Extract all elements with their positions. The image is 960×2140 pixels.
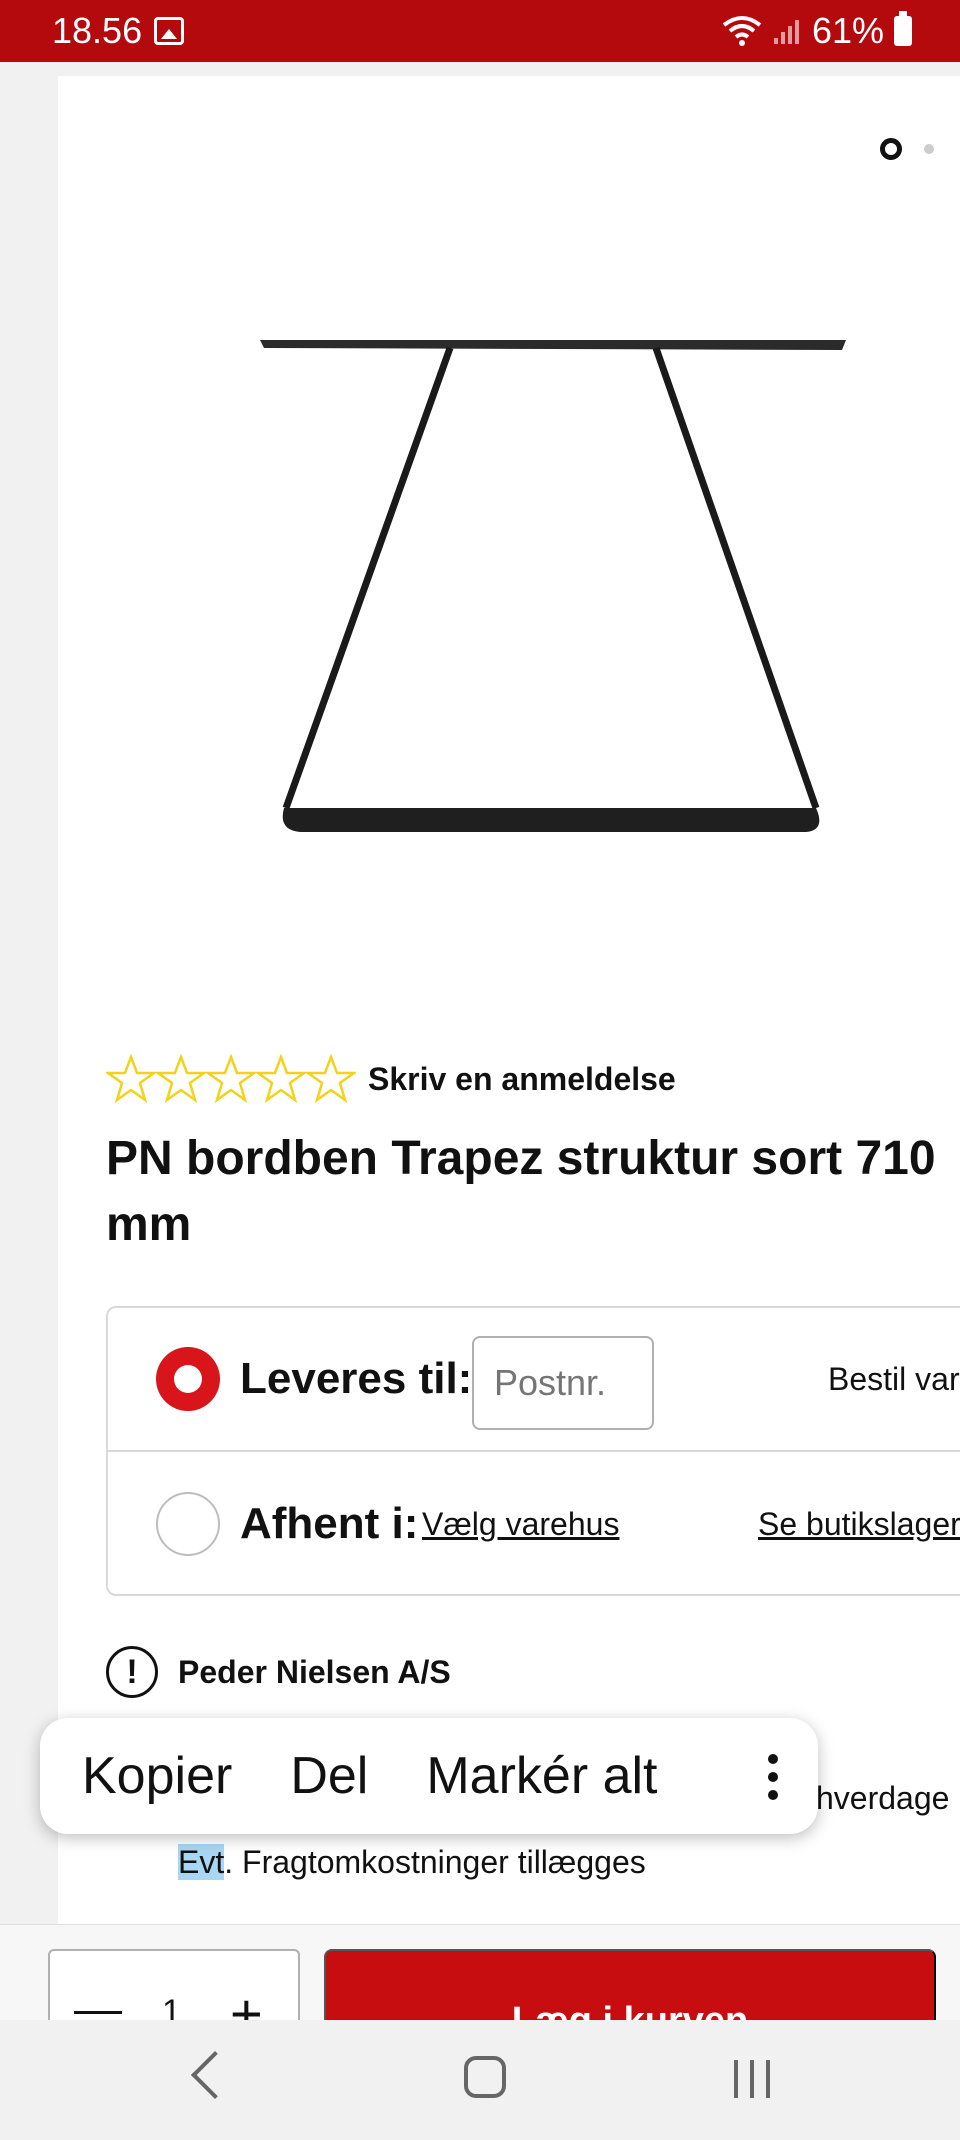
freight-text: . Fragtomkostninger tillægges bbox=[224, 1844, 646, 1880]
product-image[interactable] bbox=[250, 320, 850, 840]
order-info-text: Bestil var bbox=[828, 1360, 960, 1397]
star-icon[interactable] bbox=[256, 1054, 306, 1104]
pickup-radio[interactable] bbox=[156, 1492, 220, 1556]
supplier-row: ! Peder Nielsen A/S bbox=[106, 1646, 451, 1698]
delivery-radio-selected[interactable] bbox=[156, 1347, 220, 1411]
freight-note: Evt. Fragtomkostninger tillægges bbox=[178, 1844, 646, 1881]
status-time: 18.56 bbox=[52, 10, 143, 51]
delivery-time-text: hverdage bbox=[816, 1780, 950, 1816]
write-review-link[interactable]: Skriv en anmeldelse bbox=[368, 1061, 676, 1098]
copy-menu-item[interactable]: Kopier bbox=[82, 1746, 232, 1806]
add-to-cart-bar: 1 + Læg i kurven bbox=[0, 1924, 960, 2045]
status-right: 61% bbox=[722, 10, 912, 52]
star-icon[interactable] bbox=[106, 1054, 156, 1104]
postcode-input[interactable] bbox=[472, 1336, 654, 1430]
choose-store-link[interactable]: Vælg varehus bbox=[422, 1506, 619, 1543]
battery-icon bbox=[894, 11, 912, 46]
image-notification-icon bbox=[154, 17, 184, 45]
carousel-dot[interactable] bbox=[924, 144, 934, 154]
home-icon[interactable] bbox=[464, 2056, 506, 2098]
pickup-label: Afhent i: bbox=[240, 1499, 419, 1548]
supplier-name: Peder Nielsen A/S bbox=[178, 1653, 451, 1690]
star-icon[interactable] bbox=[206, 1054, 256, 1104]
text-selection-menu: Kopier Del Markér alt bbox=[40, 1718, 818, 1834]
product-title: PN bordben Trapez struktur sort 710 mm bbox=[106, 1132, 936, 1251]
rating-row[interactable]: Skriv en anmeldelse bbox=[106, 1054, 676, 1104]
select-all-menu-item[interactable]: Markér alt bbox=[426, 1746, 657, 1806]
carousel-dot-active[interactable] bbox=[880, 138, 902, 160]
status-bar: 18.56 61% bbox=[0, 0, 960, 62]
deliver-label: Leveres til: bbox=[240, 1354, 473, 1403]
store-stock-link[interactable]: Se butikslager bbox=[758, 1506, 960, 1543]
star-icon[interactable] bbox=[306, 1054, 356, 1104]
more-options-icon[interactable] bbox=[768, 1754, 778, 1800]
star-icon[interactable] bbox=[156, 1054, 206, 1104]
battery-percent: 61% bbox=[811, 10, 884, 51]
wifi-icon bbox=[722, 16, 762, 46]
delivery-options: Leveres til: Bestil var Afhent i: Vælg v… bbox=[106, 1306, 960, 1596]
delivery-option-home[interactable]: Leveres til: Bestil var bbox=[108, 1308, 960, 1452]
system-navigation-bar bbox=[0, 2020, 960, 2140]
star-rating[interactable] bbox=[106, 1054, 356, 1104]
info-exclamation-icon: ! bbox=[106, 1646, 158, 1698]
signal-icon bbox=[773, 20, 799, 44]
selected-text: Evt bbox=[178, 1844, 225, 1880]
recent-apps-icon[interactable] bbox=[734, 2060, 770, 2098]
share-menu-item[interactable]: Del bbox=[290, 1746, 368, 1806]
minus-icon[interactable] bbox=[74, 2011, 122, 2014]
delivery-option-pickup[interactable]: Afhent i: Vælg varehus Se butikslager bbox=[108, 1452, 960, 1596]
back-icon[interactable] bbox=[190, 2050, 240, 2100]
carousel-indicator[interactable] bbox=[880, 138, 934, 160]
